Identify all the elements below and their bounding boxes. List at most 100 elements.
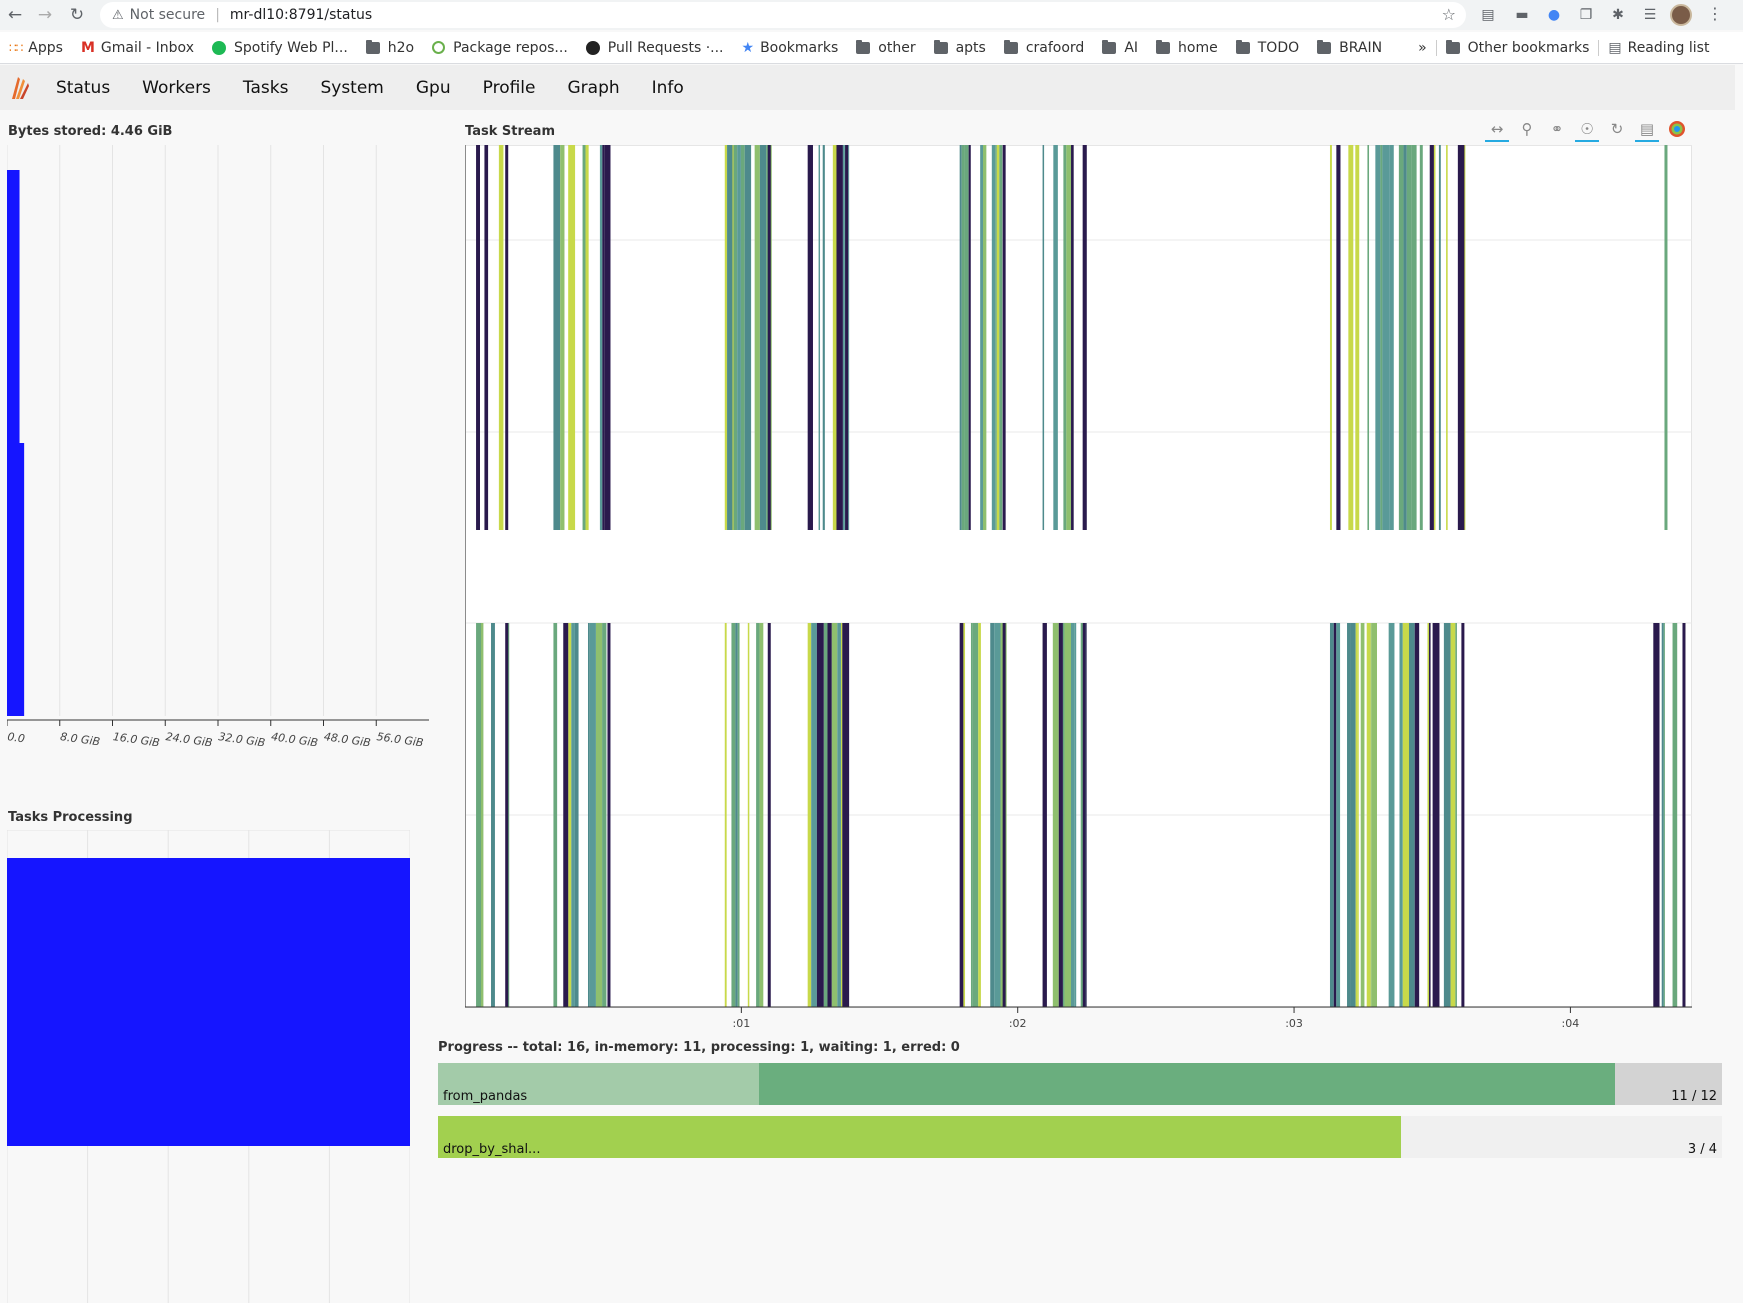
media-icon[interactable]: ☰ — [1640, 5, 1660, 25]
task-rect[interactable] — [505, 145, 509, 530]
bookmark-spotify[interactable]: Spotify Web Pl... — [203, 40, 357, 56]
nav-system[interactable]: System — [304, 78, 399, 98]
task-rect[interactable] — [1408, 623, 1415, 1007]
task-rect[interactable] — [607, 145, 611, 530]
pan-icon[interactable]: ↔ — [1482, 116, 1512, 142]
reload-icon[interactable]: ↻ — [64, 2, 90, 28]
task-rect[interactable] — [1403, 145, 1407, 530]
task-rect[interactable] — [1357, 623, 1359, 1007]
task-rect[interactable] — [811, 623, 817, 1007]
task-rect[interactable] — [999, 145, 1003, 530]
task-rect[interactable] — [595, 623, 603, 1007]
task-rect[interactable] — [1366, 623, 1371, 1007]
task-rect[interactable] — [1086, 623, 1087, 1007]
task-rect[interactable] — [1063, 145, 1067, 530]
nav-graph[interactable]: Graph — [551, 78, 635, 98]
task-rect[interactable] — [1438, 145, 1441, 530]
task-rect[interactable] — [1446, 145, 1448, 530]
bookmark-package[interactable]: Package repos... — [423, 40, 577, 56]
task-rect[interactable] — [816, 623, 824, 1007]
task-rect[interactable] — [1052, 623, 1059, 1007]
task-rect[interactable] — [568, 623, 572, 1007]
task-stream-chart[interactable]: :01:02:03:04 — [465, 145, 1692, 1040]
task-rect[interactable] — [991, 145, 996, 530]
task-rect[interactable] — [1663, 623, 1665, 1007]
task-rect[interactable] — [845, 145, 849, 530]
tasks-processing-bar[interactable] — [7, 858, 410, 1146]
task-rect[interactable] — [1058, 623, 1063, 1007]
task-rect[interactable] — [1062, 623, 1065, 1007]
task-rect[interactable] — [961, 145, 965, 530]
url-text[interactable]: mr-dl10:8791/status — [230, 7, 372, 23]
task-rect[interactable] — [480, 623, 484, 1007]
browser-menu-icon[interactable]: ⋮ — [1707, 4, 1723, 23]
task-rect[interactable] — [1348, 145, 1354, 530]
task-rect[interactable] — [1653, 623, 1660, 1007]
task-rect[interactable] — [1402, 623, 1409, 1007]
task-rect[interactable] — [972, 623, 979, 1007]
task-rect[interactable] — [737, 623, 740, 1007]
task-rect[interactable] — [724, 145, 728, 530]
task-rect[interactable] — [1443, 623, 1451, 1007]
task-rect[interactable] — [1375, 145, 1381, 530]
task-rect[interactable] — [1082, 145, 1086, 530]
nav-gpu[interactable]: Gpu — [400, 78, 467, 98]
extension-icon[interactable]: ❐ — [1576, 5, 1596, 25]
task-rect[interactable] — [491, 623, 495, 1007]
task-rect[interactable] — [759, 145, 767, 530]
task-rect[interactable] — [959, 145, 962, 530]
task-rect[interactable] — [1682, 623, 1686, 1007]
bookmark-bookmarks[interactable]: ★ Bookmarks — [733, 40, 848, 56]
extension-icon[interactable]: ▬ — [1512, 5, 1532, 25]
reset-icon[interactable]: ↻ — [1602, 116, 1632, 142]
nav-status[interactable]: Status — [40, 78, 126, 98]
task-rect[interactable] — [737, 145, 741, 530]
bookmark-todo[interactable]: TODO — [1227, 39, 1308, 56]
task-rect[interactable] — [982, 145, 987, 530]
bookmark-h2o[interactable]: h2o — [357, 39, 423, 56]
task-rect[interactable] — [1042, 623, 1047, 1007]
tasks-processing-chart[interactable] — [7, 830, 410, 1303]
puzzle-icon[interactable]: ✱ — [1608, 5, 1628, 25]
reading-list[interactable]: ▤ Reading list — [1598, 39, 1718, 56]
task-rect[interactable] — [1389, 145, 1394, 530]
task-rect[interactable] — [959, 623, 964, 1007]
task-rect[interactable] — [1450, 623, 1456, 1007]
nav-tasks[interactable]: Tasks — [227, 78, 305, 98]
task-rect[interactable] — [732, 145, 734, 530]
task-rect[interactable] — [845, 623, 849, 1007]
task-rect[interactable] — [963, 623, 966, 1007]
bytes-bar[interactable] — [7, 443, 25, 716]
task-rect[interactable] — [1066, 145, 1072, 530]
bookmark-home[interactable]: home — [1147, 39, 1227, 56]
bookmark-ai[interactable]: AI — [1093, 39, 1147, 56]
task-rect[interactable] — [1329, 145, 1332, 530]
task-rect[interactable] — [476, 623, 481, 1007]
nav-profile[interactable]: Profile — [467, 78, 552, 98]
task-rect[interactable] — [1347, 623, 1351, 1007]
task-rect[interactable] — [563, 623, 569, 1007]
bookmark-brain[interactable]: BRAIN — [1308, 39, 1391, 56]
task-rect[interactable] — [476, 145, 480, 530]
task-rect[interactable] — [1360, 623, 1365, 1007]
bookmark-pull-requests[interactable]: Pull Requests ·... — [577, 40, 733, 56]
task-rect[interactable] — [1411, 145, 1417, 530]
hover-icon[interactable]: ▤ — [1632, 116, 1662, 142]
task-rect[interactable] — [759, 623, 764, 1007]
task-rect[interactable] — [990, 623, 995, 1007]
task-rect[interactable] — [823, 623, 828, 1007]
bytes-bar[interactable] — [7, 170, 20, 443]
task-rect[interactable] — [602, 145, 605, 530]
progress-bar-drop-by-shal[interactable]: drop_by_shal... 3 / 4 — [438, 1116, 1722, 1158]
tap-icon[interactable]: ☉ — [1572, 116, 1602, 142]
task-rect[interactable] — [587, 623, 590, 1007]
bookmark-crafoord[interactable]: crafoord — [995, 39, 1094, 56]
task-rect[interactable] — [968, 145, 971, 530]
task-rect[interactable] — [560, 145, 565, 530]
task-rect[interactable] — [602, 623, 607, 1007]
task-rect[interactable] — [1071, 145, 1074, 530]
task-rect[interactable] — [1370, 623, 1372, 1007]
task-rect[interactable] — [1457, 145, 1462, 530]
task-rect[interactable] — [1336, 145, 1341, 530]
task-rect[interactable] — [1661, 623, 1664, 1007]
